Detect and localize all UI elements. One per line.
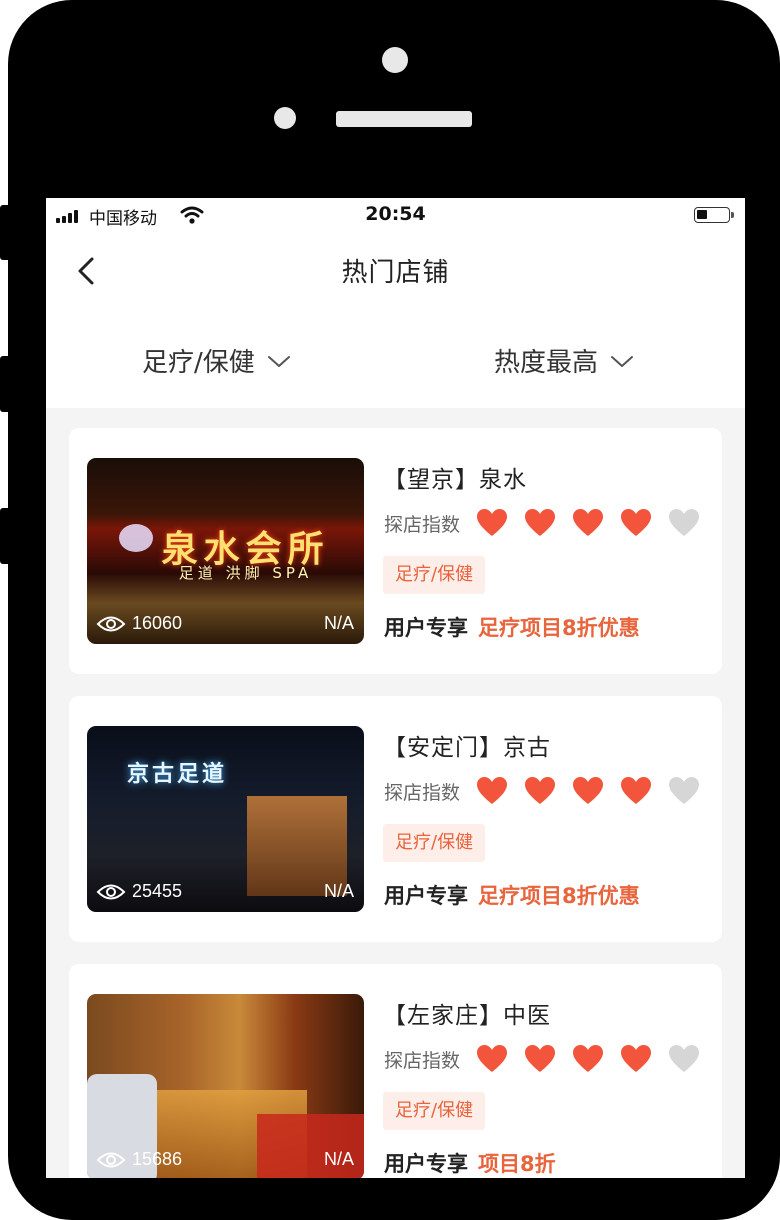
shop-card[interactable]: 京古足道 25455 N/A 【安定门】京古 探店指数 足疗/保健 用户专享 足疗… — [69, 696, 722, 942]
shop-name[interactable]: 【左家庄】中医 — [383, 996, 551, 1030]
rating-row: 探店指数 — [384, 508, 716, 538]
view-count-value: 16060 — [132, 613, 183, 633]
app-screen: 中国移动 20:54 热门店铺 足疗/保健 热度最高 泉水会所 足道 洪脚 SP… — [46, 198, 745, 1178]
offer-label: 用户专享 — [384, 884, 468, 908]
view-count: 15686 — [96, 1149, 182, 1170]
rating-label: 探店指数 — [384, 781, 461, 804]
view-count-value: 15686 — [132, 1149, 183, 1169]
heart-filled-icon — [621, 777, 652, 804]
photo-badge: N/A — [323, 881, 354, 901]
offer-text: 足疗项目8折优惠 — [478, 616, 640, 640]
heart-empty-icon — [669, 777, 700, 804]
side-button — [0, 205, 9, 260]
heart-empty-icon — [669, 1045, 700, 1072]
earpiece-speaker — [336, 111, 472, 127]
heart-filled-icon — [621, 1045, 652, 1072]
side-button — [0, 508, 9, 564]
offer-line: 用户专享 足疗项目8折优惠 — [384, 612, 640, 642]
shop-name[interactable]: 【安定门】京古 — [383, 728, 551, 762]
heart-filled-icon — [573, 777, 604, 804]
nav-bar: 热门店铺 — [46, 234, 745, 314]
camera-dot — [382, 47, 408, 73]
chevron-down-icon — [267, 355, 290, 367]
heart-filled-icon — [477, 509, 508, 536]
offer-text: 项目8折 — [478, 1152, 556, 1176]
filter-bar: 足疗/保健 热度最高 — [46, 314, 745, 408]
category-filter-label: 足疗/保健 — [142, 348, 255, 378]
page-title: 热门店铺 — [341, 258, 450, 288]
storefront-sign: 京古足道 — [127, 762, 228, 787]
view-count: 16060 — [96, 613, 182, 634]
sort-filter-label: 热度最高 — [494, 348, 599, 378]
offer-label: 用户专享 — [384, 1152, 468, 1176]
shop-photo[interactable]: 15686 N/A — [87, 994, 364, 1178]
photo-badge: N/A — [323, 613, 354, 633]
rating-row: 探店指数 — [384, 1044, 716, 1074]
rating-row: 探店指数 — [384, 776, 716, 806]
heart-rating — [476, 1044, 716, 1074]
eye-icon — [96, 1152, 126, 1167]
side-button — [0, 356, 9, 412]
heart-filled-icon — [621, 509, 652, 536]
heart-filled-icon — [573, 509, 604, 536]
chevron-down-icon — [611, 355, 634, 367]
sensor-dot — [274, 107, 296, 129]
view-count-value: 25455 — [132, 881, 183, 901]
shop-photo[interactable]: 泉水会所 足道 洪脚 SPA 16060 N/A — [87, 458, 364, 644]
offer-line: 用户专享 足疗项目8折优惠 — [384, 880, 640, 910]
view-count: 25455 — [96, 881, 182, 902]
offer-label: 用户专享 — [384, 616, 468, 640]
heart-filled-icon — [525, 509, 556, 536]
shop-card[interactable]: 泉水会所 足道 洪脚 SPA 16060 N/A 【望京】泉水 探店指数 足疗/… — [69, 428, 722, 674]
status-bar: 中国移动 20:54 — [46, 198, 745, 234]
category-tag: 足疗/保健 — [383, 556, 486, 594]
category-filter-dropdown[interactable]: 足疗/保健 — [142, 342, 291, 379]
heart-empty-icon — [669, 509, 700, 536]
offer-text: 足疗项目8折优惠 — [478, 884, 640, 908]
category-tag: 足疗/保健 — [383, 1092, 486, 1130]
shop-photo[interactable]: 京古足道 25455 N/A — [87, 726, 364, 912]
shop-card[interactable]: 15686 N/A 【左家庄】中医 探店指数 足疗/保健 用户专享 项目8折 — [69, 964, 722, 1178]
heart-rating — [476, 508, 716, 538]
logo-icon — [119, 524, 153, 552]
status-time: 20:54 — [365, 203, 426, 225]
heart-filled-icon — [525, 777, 556, 804]
eye-icon — [96, 884, 126, 899]
rating-label: 探店指数 — [384, 1049, 461, 1072]
offer-line: 用户专享 项目8折 — [384, 1148, 556, 1178]
sort-filter-dropdown[interactable]: 热度最高 — [494, 342, 634, 379]
rating-label: 探店指数 — [384, 513, 461, 536]
heart-rating — [476, 776, 716, 806]
battery-icon — [694, 207, 734, 223]
shop-name[interactable]: 【望京】泉水 — [383, 460, 527, 494]
eye-icon — [96, 616, 126, 631]
heart-filled-icon — [573, 1045, 604, 1072]
heart-filled-icon — [477, 777, 508, 804]
photo-badge: N/A — [323, 1149, 354, 1169]
category-tag: 足疗/保健 — [383, 824, 486, 862]
storefront-sign-subtitle: 足道 洪脚 SPA — [178, 564, 313, 582]
heart-filled-icon — [477, 1045, 508, 1072]
heart-filled-icon — [525, 1045, 556, 1072]
